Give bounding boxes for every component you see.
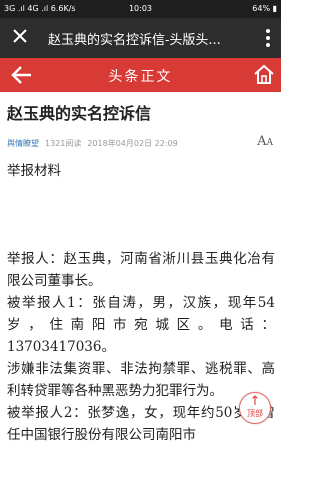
clock: 10:03 <box>128 4 153 13</box>
article-header: 头条正文 <box>0 58 281 92</box>
source-link[interactable]: 舆情瞭望 <box>7 139 39 148</box>
more-menu-icon[interactable] <box>265 27 271 49</box>
article-meta: 舆情瞭望 1321阅读 2018年04月02日 22:09 <box>7 138 277 149</box>
paragraph: 举报材料 <box>7 163 61 179</box>
paragraph: 被举报人2：张梦逸，女，现年约50岁，曾任中国银行股份有限公司南阳市 <box>7 405 275 443</box>
read-count: 1321阅读 <box>45 139 82 148</box>
paragraph: 被举报人1：张自涛，男，汉族，现年54岁，住南阳市宛城区。电话：13703417… <box>7 295 275 355</box>
paragraph: 涉嫌非法集资罪、非法拘禁罪、逃税罪、高利转贷罪等各种黑恶势力犯罪行为。 <box>7 361 275 399</box>
arrow-up-icon: ↑ <box>249 394 261 409</box>
battery-status: 64% ▮ <box>252 4 277 13</box>
battery-level: 64% <box>252 4 271 13</box>
article-title: 赵玉典的实名控诉信 <box>7 104 152 123</box>
article-body: 举报材料 举报人：赵玉典，河南省淅川县玉典化冶有限公司董事长。 被举报人1：张自… <box>7 160 275 446</box>
close-icon[interactable] <box>10 26 30 46</box>
back-to-top-button[interactable]: ↑ 顶部 <box>239 392 271 424</box>
browser-title-bar: 赵玉典的实名控诉信-头版头... <box>0 18 281 58</box>
font-size-icon[interactable]: AA <box>257 134 273 149</box>
back-to-top-label: 顶部 <box>247 409 263 418</box>
status-bar: 3G .ıl 4G .ıl 6.6K/s 10:03 64% ▮ <box>0 0 281 18</box>
publish-date: 2018年04月02日 22:09 <box>87 139 178 148</box>
header-title: 头条正文 <box>108 69 173 85</box>
page-title: 赵玉典的实名控诉信-头版头... <box>48 33 221 48</box>
paragraph: 举报人：赵玉典，河南省淅川县玉典化冶有限公司董事长。 <box>7 251 275 289</box>
home-icon[interactable] <box>253 63 275 85</box>
